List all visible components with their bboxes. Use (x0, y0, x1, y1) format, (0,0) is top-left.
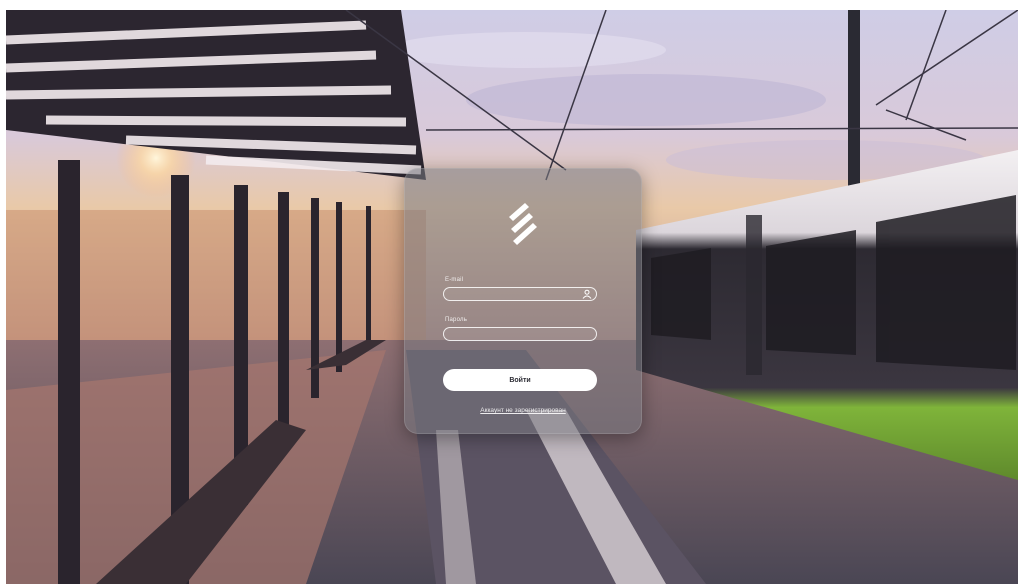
email-label: E-mail (445, 277, 464, 283)
email-input[interactable] (452, 288, 578, 300)
login-button[interactable]: Войти (443, 369, 597, 391)
password-label: Пароль (445, 317, 468, 323)
background-scene: E-mail Пароль Войти Аккаунт не зарегистр… (6, 10, 1018, 584)
login-card: E-mail Пароль Войти Аккаунт не зарегистр… (404, 168, 642, 434)
user-icon (582, 289, 592, 299)
email-field[interactable] (443, 287, 597, 301)
register-link[interactable]: Аккаунт не зарегистрирован (405, 407, 641, 414)
brand-logo-icon (509, 203, 537, 245)
password-field[interactable] (443, 327, 597, 341)
password-input[interactable] (452, 328, 578, 340)
